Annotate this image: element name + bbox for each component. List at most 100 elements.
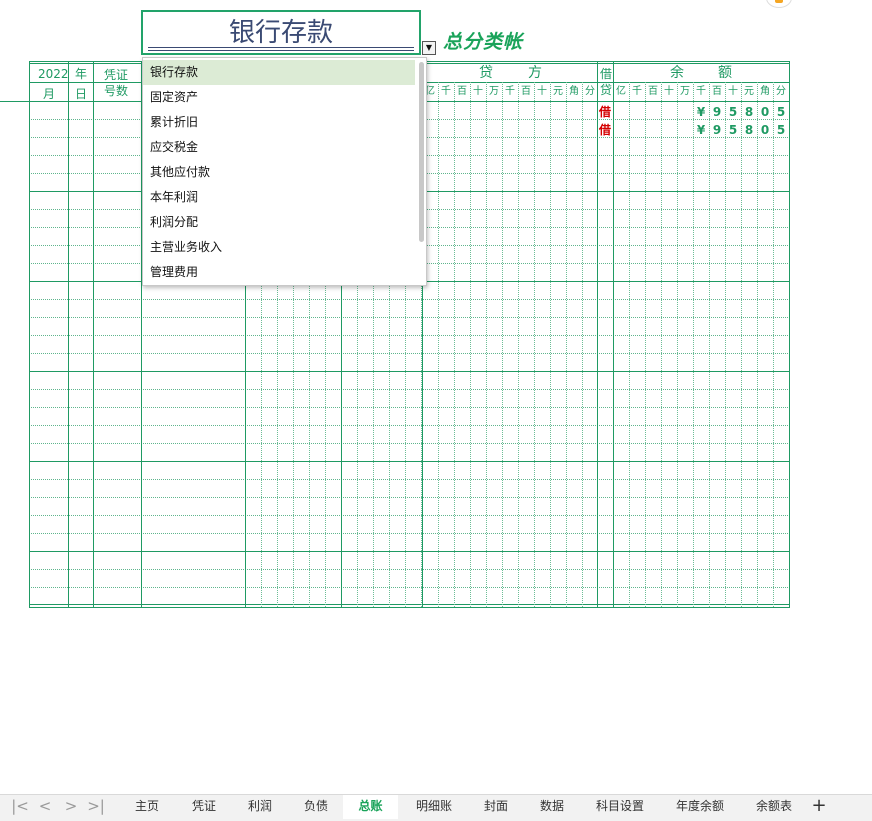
grid-col-line <box>68 61 69 607</box>
grid-col-line <box>613 61 614 607</box>
grid-row-line <box>29 425 790 426</box>
dropdown-option[interactable]: 其他应付款 <box>143 160 415 185</box>
grid-row-line <box>29 497 790 498</box>
dropdown-option[interactable]: 利润分配 <box>143 210 415 235</box>
grid-digit-col-line <box>534 82 535 607</box>
balance-digit-label: 百 <box>712 86 722 97</box>
dropdown-arrow-icon[interactable]: ▼ <box>422 41 436 55</box>
last-sheet-icon[interactable]: >| <box>86 795 106 817</box>
balance-digit-label: 分 <box>776 86 786 97</box>
balance-digit-label: 千 <box>632 86 642 97</box>
tab-detail-ledger[interactable]: 明细账 <box>402 795 466 819</box>
credit-digit-label: 分 <box>585 86 595 97</box>
tab-balance-sheet[interactable]: 余额表 <box>742 795 806 819</box>
grid-bottom-line-2 <box>29 607 790 608</box>
grid-digit-col-line <box>629 82 630 607</box>
add-sheet-icon[interactable]: + <box>810 795 828 817</box>
grid-digit-col-line <box>741 82 742 607</box>
grid-digit-col-line <box>470 82 471 607</box>
month-label: 月 <box>43 87 56 101</box>
grid-digit-col-line <box>661 82 662 607</box>
tab-profit[interactable]: 利润 <box>233 795 287 819</box>
ledger-sheet: 银行存款 ▼ 总分类帐 2022 年 月 日 凭证 号数 贷 方 借 贷 余 额… <box>0 0 872 794</box>
balance-digit-label: 角 <box>760 86 770 97</box>
grid-digit-col-line <box>709 82 710 607</box>
dropdown-option[interactable]: 固定资产 <box>143 85 415 110</box>
grid-row-line <box>29 353 790 354</box>
balance-digit-label: 百 <box>648 86 658 97</box>
grid-row-line <box>29 389 790 390</box>
grid-row-line <box>29 515 790 516</box>
credit-header-2: 方 <box>528 65 542 81</box>
credit-digit-label: 千 <box>505 86 515 97</box>
first-sheet-icon[interactable]: |< <box>10 795 30 817</box>
grid-row-line <box>29 371 790 372</box>
dropdown-scrollbar[interactable] <box>419 62 424 242</box>
account-dropdown-list[interactable]: 银行存款 固定资产 累计折旧 应交税金 其他应付款 本年利润 利润分配 主营业务… <box>142 57 427 286</box>
grid-row-line <box>29 335 790 336</box>
credit-digit-label: 十 <box>537 86 547 97</box>
dropdown-option[interactable]: 本年利润 <box>143 185 415 210</box>
tab-annual-balance[interactable]: 年度余额 <box>662 795 738 819</box>
credit-digit-label: 元 <box>553 86 563 97</box>
account-title-text: 银行存款 <box>228 18 333 48</box>
year-value: 2022 <box>38 67 69 81</box>
grid-row-line <box>29 443 790 444</box>
balance-digit-value: 9 <box>712 123 722 137</box>
title-underline-2 <box>148 50 414 51</box>
grid-col-line <box>93 61 94 607</box>
balance-header-2: 额 <box>718 65 732 81</box>
balance-digit-value: 5 <box>776 105 786 119</box>
tab-home[interactable]: 主页 <box>121 795 173 819</box>
grid-digit-col-line <box>518 82 519 607</box>
grid-digit-col-line <box>454 82 455 607</box>
dc-label-1: 借 <box>600 67 613 81</box>
dc-mark-row-2: 借 <box>599 123 612 137</box>
balance-header: 余 <box>670 65 684 81</box>
ledger-heading: 总分类帐 <box>443 31 524 53</box>
grid-digit-col-line <box>502 82 503 607</box>
balance-digit-label: 元 <box>744 86 754 97</box>
grid-bottom-line <box>29 604 790 605</box>
grid-digit-col-line <box>645 82 646 607</box>
grid-row-line <box>29 317 790 318</box>
tab-data[interactable]: 数据 <box>526 795 578 819</box>
voucher-label-2: 号数 <box>104 84 129 98</box>
balance-digit-value: 0 <box>760 123 770 137</box>
dropdown-option[interactable]: 管理费用 <box>143 260 415 285</box>
voucher-label-1: 凭证 <box>104 68 129 82</box>
grid-digit-col-line <box>773 82 774 607</box>
balance-digit-label: 亿 <box>616 86 626 97</box>
tab-voucher[interactable]: 凭证 <box>177 795 231 819</box>
grid-row-line <box>29 299 790 300</box>
grid-col-line <box>789 61 790 607</box>
dropdown-option[interactable]: 应交税金 <box>143 135 415 160</box>
grid-row-line <box>29 407 790 408</box>
dc-label-2: 贷 <box>600 83 613 97</box>
balance-digit-value: 5 <box>728 105 738 119</box>
grid-row-line <box>29 569 790 570</box>
account-title-cell[interactable]: 银行存款 <box>141 10 421 55</box>
dropdown-option[interactable]: 累计折旧 <box>143 110 415 135</box>
grid-digit-col-line <box>566 82 567 607</box>
tab-cover[interactable]: 封面 <box>468 795 524 819</box>
grid-row-line <box>29 479 790 480</box>
sheet-tab-bar: |< < > >| 主页 凭证 利润 负债 总账 明细账 封面 数据 科目设置 … <box>0 794 872 821</box>
dropdown-option[interactable]: 主营业务收入 <box>143 235 415 260</box>
grid-digit-col-line <box>677 82 678 607</box>
balance-digit-value: 5 <box>728 123 738 137</box>
app-badge-icon <box>766 0 792 8</box>
dc-mark-row-1: 借 <box>599 105 612 119</box>
prev-sheet-icon[interactable]: < <box>35 795 55 817</box>
balance-digit-value: 5 <box>776 123 786 137</box>
credit-digit-label: 十 <box>473 86 483 97</box>
dropdown-option[interactable]: 银行存款 <box>143 60 415 85</box>
next-sheet-icon[interactable]: > <box>61 795 81 817</box>
balance-digit-label: 十 <box>664 86 674 97</box>
grid-digit-col-line <box>757 82 758 607</box>
tab-general-ledger[interactable]: 总账 <box>343 795 398 819</box>
tab-account-settings[interactable]: 科目设置 <box>582 795 658 819</box>
credit-digit-label: 千 <box>441 86 451 97</box>
grid-digit-col-line <box>582 82 583 607</box>
tab-liability[interactable]: 负债 <box>289 795 343 819</box>
